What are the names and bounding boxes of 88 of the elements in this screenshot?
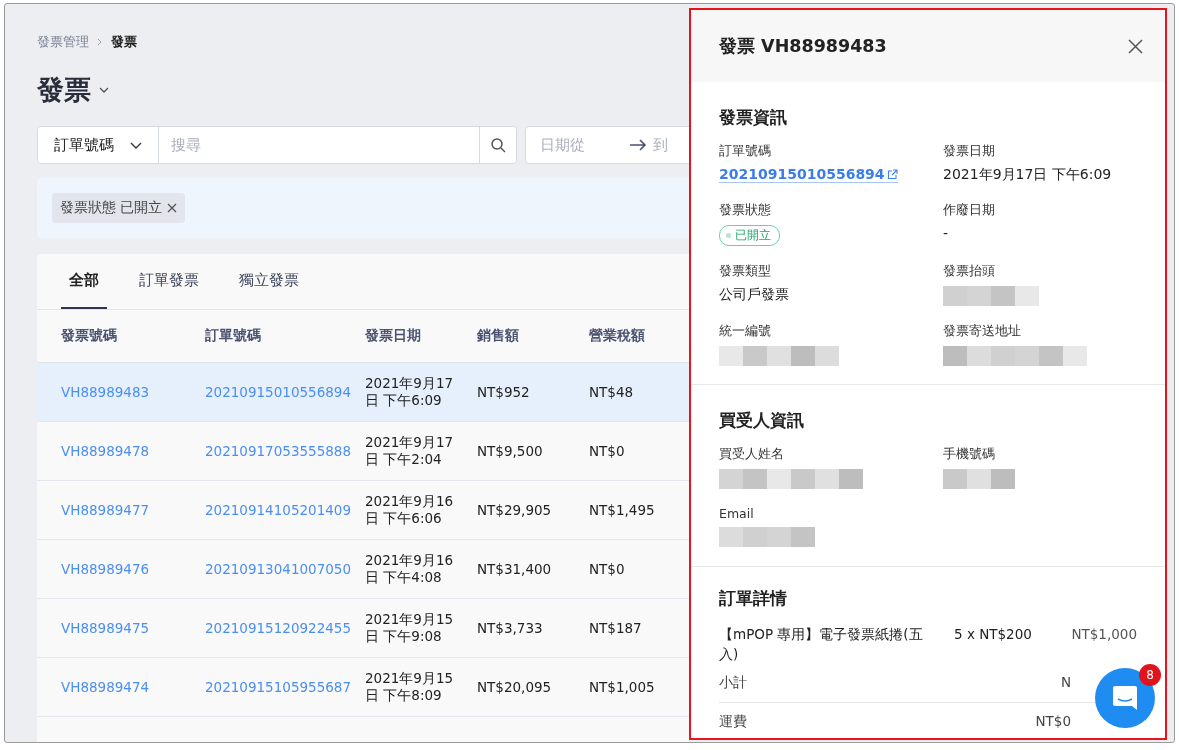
- column-header: 銷售額: [477, 327, 520, 345]
- tab[interactable]: 獨立發票: [231, 254, 307, 309]
- table-row[interactable]: VH88989483 20210915010556894 2021年9月17 日 下午6:09 NT$952 NT$48: [37, 363, 689, 422]
- table-row[interactable]: VH88989478 20210917053555888 2021年9月17 日 下午2:04 NT$9,500 NT$0: [37, 422, 689, 481]
- chevron-down-icon: [130, 141, 142, 149]
- item-total: NT$1,000: [1071, 625, 1137, 644]
- column-header: 訂單號碼: [205, 327, 262, 345]
- table-row[interactable]: VH88989475 20210915120922455 2021年9月15 日 下午9:08 NT$3,733 NT$187: [37, 599, 689, 658]
- search-icon: [490, 137, 506, 153]
- section-title: 發票資訊: [719, 106, 788, 129]
- table-cell: NT$187: [589, 620, 642, 636]
- invoice-link[interactable]: VH88989475: [61, 620, 150, 636]
- filter-chip[interactable]: 發票狀態 已開立: [52, 193, 186, 223]
- field-label: 發票日期: [943, 143, 995, 160]
- summary-value: NT$0: [1035, 713, 1071, 731]
- chat-button[interactable]: [1095, 668, 1155, 728]
- table-cell: NT$31,400: [477, 561, 552, 577]
- search-bar[interactable]: 訂單號碼 搜尋: [37, 126, 517, 164]
- table-row[interactable]: VH88989476 20210913041007050 2021年9月16 日 下午4:08 NT$31,400 NT$0: [37, 540, 689, 599]
- invoice-link[interactable]: VH88989478: [61, 443, 150, 459]
- breadcrumb-item[interactable]: 發票管理: [37, 33, 89, 51]
- summary-label: 運費: [719, 713, 747, 731]
- summary-value: N: [1060, 674, 1071, 692]
- chevron-icon: [97, 38, 103, 46]
- table-cell: NT$0: [589, 443, 625, 459]
- table-cell: NT$952: [477, 384, 530, 400]
- field-label: 發票抬頭: [943, 263, 995, 280]
- table-cell: NT$1,495: [589, 502, 655, 518]
- external-link-icon: [886, 168, 898, 180]
- column-header: 發票號碼: [61, 327, 118, 345]
- invoice-link[interactable]: VH88989474: [61, 679, 150, 695]
- field-label: 手機號碼: [943, 446, 995, 463]
- table-cell: NT$3,733: [477, 620, 543, 636]
- item-name: 【mPOP 專用】電子發票紙捲(五入): [719, 625, 924, 664]
- close-icon: [1128, 38, 1143, 54]
- order-link[interactable]: 20210915010556894: [205, 384, 351, 400]
- invoice-link[interactable]: VH88989483: [61, 384, 150, 400]
- table-cell-text: 2021年9月16 日 下午6:06: [365, 493, 455, 527]
- table-cell: NT$20,095: [477, 679, 552, 695]
- page-title: 發票: [37, 73, 91, 107]
- table-cell-text: 2021年9月17 日 下午6:09: [365, 375, 455, 409]
- field-label: 發票狀態: [719, 202, 771, 219]
- table-cell-text: 2021年9月16 日 下午4:08: [365, 552, 455, 586]
- status-badge: 已開立: [719, 225, 780, 246]
- notification-badge: 8: [1139, 664, 1161, 686]
- order-link[interactable]: 20210915120922455: [205, 620, 351, 636]
- section-title: 訂單詳情: [719, 587, 788, 610]
- order-link[interactable]: 20210917053555888: [205, 443, 351, 459]
- field-label: 發票寄送地址: [943, 323, 1021, 340]
- chat-bubble-icon: [1112, 685, 1138, 711]
- field-label: 統一編號: [719, 323, 771, 340]
- invoice-link[interactable]: VH88989477: [61, 502, 150, 518]
- table-cell-text: 2021年9月15 日 下午9:08: [365, 611, 455, 645]
- caret-icon[interactable]: [99, 87, 109, 93]
- field-label: Email: [719, 506, 754, 521]
- section-title: 買受人資訊: [719, 409, 805, 432]
- order-link[interactable]: 20210915105955687: [205, 679, 351, 695]
- table-cell: NT$48: [589, 384, 634, 400]
- field-label: 買受人姓名: [719, 446, 784, 463]
- summary-label: 小計: [719, 674, 747, 692]
- field-value: 2021年9月17日 下午6:09: [943, 166, 1112, 184]
- order-link[interactable]: 20210913041007050: [205, 561, 351, 577]
- arrow-right-icon: [629, 139, 647, 151]
- search-field[interactable]: 搜尋: [158, 127, 480, 163]
- item-quantity-price: 5 x NT$200: [954, 625, 1033, 644]
- table-cell: NT$9,500: [477, 443, 543, 459]
- column-header: 營業稅額: [589, 327, 646, 345]
- drawer-title: 發票 VH88989483: [719, 35, 887, 58]
- tab[interactable]: 全部: [61, 254, 107, 309]
- table-cell-text: 2021年9月15 日 下午8:09: [365, 670, 455, 704]
- order-link[interactable]: 20210915010556894: [719, 166, 898, 183]
- table-cell: NT$0: [589, 561, 625, 577]
- table-row[interactable]: VH88989477 20210914105201409 2021年9月16 日 下午6:06 NT$29,905 NT$1,495: [37, 481, 689, 540]
- redacted-value: [943, 469, 1015, 489]
- field-value: -: [943, 225, 949, 241]
- close-icon: [167, 203, 178, 213]
- table-cell: NT$29,905: [477, 502, 552, 518]
- table-cell: NT$1,005: [589, 679, 655, 695]
- field-value: 公司戶發票: [719, 286, 789, 304]
- order-link[interactable]: 20210914105201409: [205, 502, 351, 518]
- table-cell-text: 2021年9月17 日 下午2:04: [365, 434, 455, 468]
- column-header: 發票日期: [365, 327, 422, 345]
- tab[interactable]: 訂單發票: [131, 254, 207, 309]
- field-label: 作廢日期: [943, 202, 995, 219]
- table-row[interactable]: VH88989474 20210915105955687 2021年9月15 日 下午8:09 NT$20,095 NT$1,005: [37, 658, 689, 717]
- invoice-link[interactable]: VH88989476: [61, 561, 150, 577]
- field-label: 發票類型: [719, 263, 771, 280]
- breadcrumb-item: 發票: [111, 33, 137, 51]
